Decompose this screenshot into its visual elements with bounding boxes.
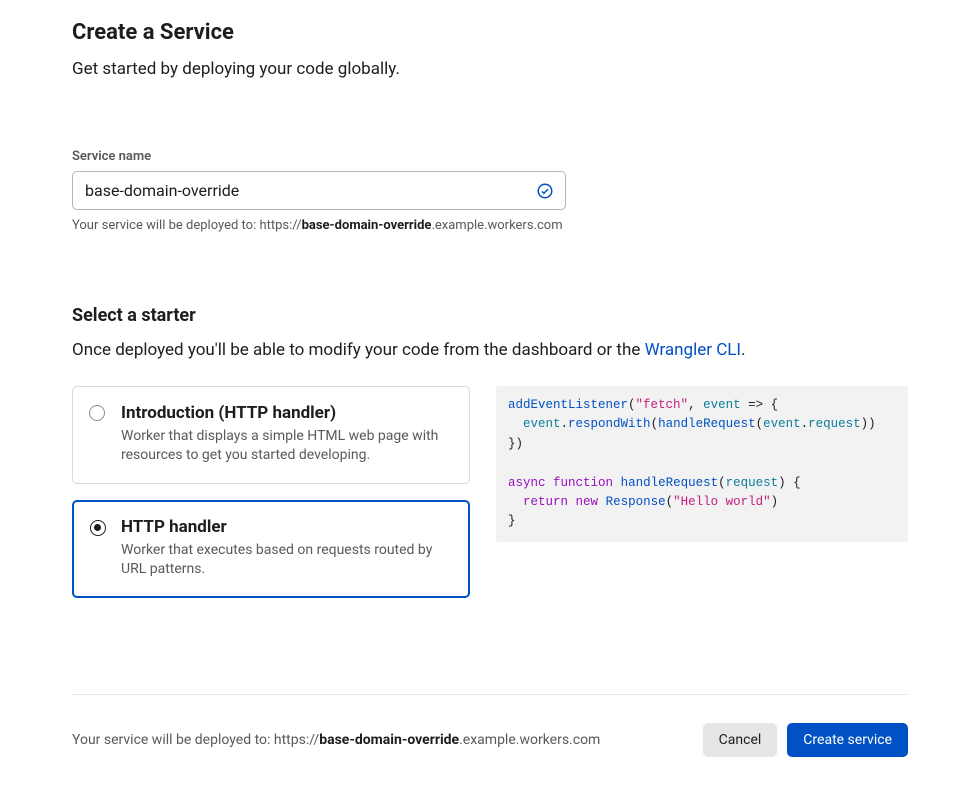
starter-option-title: Introduction (HTTP handler) [121, 403, 451, 423]
deploy-url-hint: Your service will be deployed to: https:… [72, 218, 908, 233]
create-service-button[interactable]: Create service [787, 723, 908, 757]
page-subtitle: Get started by deploying your code globa… [72, 59, 908, 79]
radio-icon [89, 405, 105, 421]
starter-option-desc: Worker that executes based on requests r… [121, 541, 451, 579]
radio-icon [90, 520, 106, 536]
footer-hint-slug: base-domain-override [319, 732, 459, 748]
wrangler-cli-link[interactable]: Wrangler CLI [645, 340, 742, 360]
footer-buttons: Cancel Create service [703, 723, 908, 757]
deploy-hint-slug: base-domain-override [302, 218, 432, 233]
cancel-button[interactable]: Cancel [703, 723, 778, 757]
footer-hint-prefix: Your service will be deployed to: https:… [72, 732, 319, 748]
footer-row: Your service will be deployed to: https:… [72, 695, 908, 757]
service-name-input[interactable] [72, 171, 566, 210]
code-preview-column: addEventListener("fetch", event => { eve… [496, 386, 908, 614]
starter-option-title: HTTP handler [121, 517, 451, 537]
starter-option-desc: Worker that displays a simple HTML web p… [121, 427, 451, 465]
service-name-label: Service name [72, 149, 908, 164]
deploy-hint-prefix: Your service will be deployed to: https:… [72, 218, 302, 233]
service-name-field: Service name Your service will be deploy… [72, 149, 908, 233]
starter-desc-text: Once deployed you'll be able to modify y… [72, 340, 645, 360]
starter-section-title: Select a starter [72, 305, 908, 326]
footer-deploy-hint: Your service will be deployed to: https:… [72, 732, 600, 748]
starter-option-intro[interactable]: Introduction (HTTP handler) Worker that d… [72, 386, 470, 484]
service-name-input-wrapper [72, 171, 566, 210]
starter-desc-suffix: . [741, 340, 745, 360]
starter-options-column: Introduction (HTTP handler) Worker that d… [72, 386, 470, 614]
starter-row: Introduction (HTTP handler) Worker that d… [72, 386, 908, 614]
starter-option-http[interactable]: HTTP handler Worker that executes based o… [72, 500, 470, 598]
page-title: Create a Service [72, 20, 908, 45]
starter-section-desc: Once deployed you'll be able to modify y… [72, 340, 908, 360]
footer-hint-suffix: .example.workers.com [459, 732, 600, 748]
code-preview: addEventListener("fetch", event => { eve… [496, 386, 908, 542]
deploy-hint-suffix: .example.workers.com [431, 218, 562, 233]
check-circle-icon [536, 182, 554, 200]
